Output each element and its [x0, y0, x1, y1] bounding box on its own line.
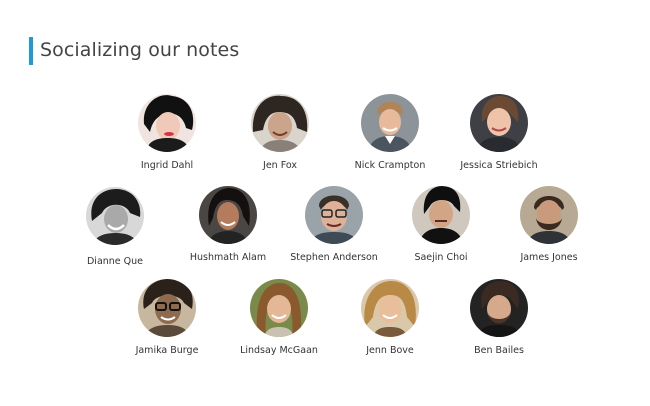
- person-card: Ben Bailes: [444, 279, 554, 356]
- person-card: Jenn Bove: [335, 279, 445, 356]
- person-name: Jamika Burge: [135, 345, 199, 356]
- person-photo-icon: [520, 186, 578, 244]
- person-photo-icon: [361, 279, 419, 337]
- person-card: Lindsay McGaan: [224, 279, 334, 356]
- person-photo-icon: [138, 279, 196, 337]
- avatar-photo: [361, 279, 419, 337]
- person-photo-icon: [470, 94, 528, 152]
- avatar-photo: [251, 94, 309, 152]
- person-name: Dianne Que: [86, 256, 144, 267]
- person-card: Hushmath Alam: [173, 186, 283, 263]
- person-photo-icon: [250, 279, 308, 337]
- person-photo-icon: [86, 187, 144, 245]
- person-name: Jenn Bove: [366, 345, 414, 356]
- person-card: Jessica Striebich: [444, 94, 554, 171]
- person-card: Nick Crampton: [335, 94, 445, 171]
- avatar-photo: [361, 94, 419, 152]
- person-card: Saejin Choi: [386, 186, 496, 263]
- person-name: Nick Crampton: [354, 160, 426, 171]
- person-photo-icon: [470, 279, 528, 337]
- person-photo-icon: [305, 186, 363, 244]
- slide-title: Socializing our notes: [40, 39, 240, 61]
- person-card: Ingrid Dahl: [112, 94, 222, 171]
- avatar-photo: [138, 279, 196, 337]
- avatar-photo: [520, 186, 578, 244]
- person-name: Lindsay McGaan: [240, 345, 318, 356]
- person-card: Dianne Que: [60, 187, 170, 267]
- avatar-photo: [305, 186, 363, 244]
- person-photo-icon: [412, 186, 470, 244]
- avatar-photo: [470, 279, 528, 337]
- person-photo-icon: [251, 94, 309, 152]
- person-name: Saejin Choi: [414, 252, 468, 263]
- person-photo-icon: [199, 186, 257, 244]
- person-photo-icon: [361, 94, 419, 152]
- avatar-photo: [138, 94, 196, 152]
- person-card: Jamika Burge: [112, 279, 222, 356]
- person-name: Jen Fox: [263, 160, 297, 171]
- person-name: Ingrid Dahl: [140, 160, 194, 171]
- person-name: Ben Bailes: [474, 345, 524, 356]
- person-photo-icon: [138, 94, 196, 152]
- title-accent-bar: [29, 37, 33, 65]
- person-name: Hushmath Alam: [189, 252, 267, 263]
- person-name: James Jones: [520, 252, 578, 263]
- avatar-photo: [86, 187, 144, 245]
- slide: Socializing our notes Ingrid Dahl Jen Fo: [0, 0, 650, 406]
- person-name: Stephen Anderson: [290, 252, 378, 263]
- person-name: Jessica Striebich: [460, 160, 538, 171]
- person-card: James Jones: [494, 186, 604, 263]
- person-card: Stephen Anderson: [279, 186, 389, 263]
- avatar-photo: [250, 279, 308, 337]
- avatar-photo: [199, 186, 257, 244]
- person-card: Jen Fox: [225, 94, 335, 171]
- avatar-photo: [470, 94, 528, 152]
- avatar-photo: [412, 186, 470, 244]
